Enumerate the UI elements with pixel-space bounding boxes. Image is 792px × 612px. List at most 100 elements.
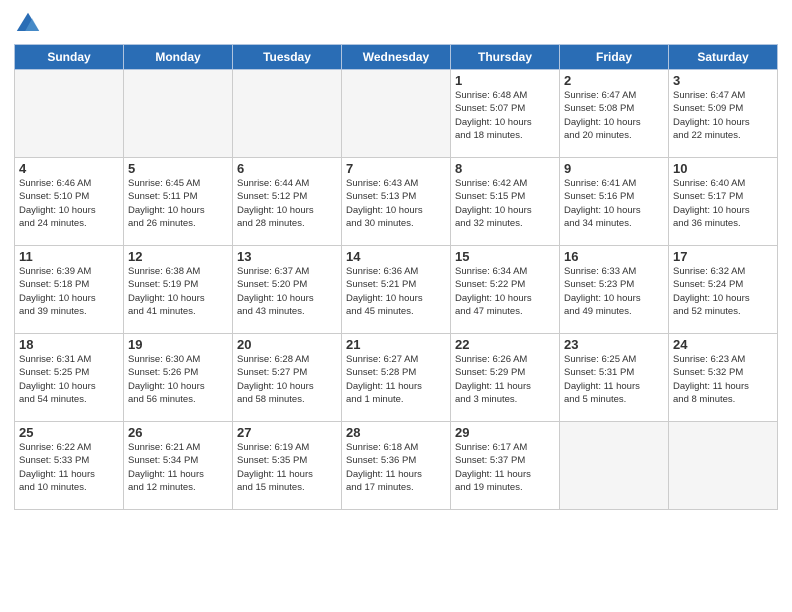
day-number: 10 (673, 161, 773, 176)
calendar-cell: 23Sunrise: 6:25 AM Sunset: 5:31 PM Dayli… (560, 334, 669, 422)
day-number: 8 (455, 161, 555, 176)
calendar-cell: 5Sunrise: 6:45 AM Sunset: 5:11 PM Daylig… (124, 158, 233, 246)
day-number: 21 (346, 337, 446, 352)
calendar-cell: 19Sunrise: 6:30 AM Sunset: 5:26 PM Dayli… (124, 334, 233, 422)
day-info: Sunrise: 6:38 AM Sunset: 5:19 PM Dayligh… (128, 265, 228, 318)
calendar-week-0: 1Sunrise: 6:48 AM Sunset: 5:07 PM Daylig… (15, 70, 778, 158)
calendar-cell: 9Sunrise: 6:41 AM Sunset: 5:16 PM Daylig… (560, 158, 669, 246)
calendar-cell: 17Sunrise: 6:32 AM Sunset: 5:24 PM Dayli… (669, 246, 778, 334)
day-number: 14 (346, 249, 446, 264)
day-info: Sunrise: 6:25 AM Sunset: 5:31 PM Dayligh… (564, 353, 664, 406)
page-header (14, 10, 778, 38)
calendar-cell: 24Sunrise: 6:23 AM Sunset: 5:32 PM Dayli… (669, 334, 778, 422)
day-info: Sunrise: 6:26 AM Sunset: 5:29 PM Dayligh… (455, 353, 555, 406)
day-info: Sunrise: 6:41 AM Sunset: 5:16 PM Dayligh… (564, 177, 664, 230)
day-number: 12 (128, 249, 228, 264)
calendar-cell: 11Sunrise: 6:39 AM Sunset: 5:18 PM Dayli… (15, 246, 124, 334)
page-container: SundayMondayTuesdayWednesdayThursdayFrid… (0, 0, 792, 520)
day-info: Sunrise: 6:27 AM Sunset: 5:28 PM Dayligh… (346, 353, 446, 406)
day-number: 17 (673, 249, 773, 264)
day-info: Sunrise: 6:37 AM Sunset: 5:20 PM Dayligh… (237, 265, 337, 318)
day-info: Sunrise: 6:42 AM Sunset: 5:15 PM Dayligh… (455, 177, 555, 230)
day-number: 28 (346, 425, 446, 440)
calendar-cell: 3Sunrise: 6:47 AM Sunset: 5:09 PM Daylig… (669, 70, 778, 158)
day-number: 19 (128, 337, 228, 352)
calendar-cell (560, 422, 669, 510)
weekday-header-thursday: Thursday (451, 45, 560, 70)
calendar-cell: 15Sunrise: 6:34 AM Sunset: 5:22 PM Dayli… (451, 246, 560, 334)
calendar-cell (233, 70, 342, 158)
day-number: 13 (237, 249, 337, 264)
day-number: 6 (237, 161, 337, 176)
weekday-header-row: SundayMondayTuesdayWednesdayThursdayFrid… (15, 45, 778, 70)
day-number: 7 (346, 161, 446, 176)
calendar-cell (15, 70, 124, 158)
calendar-cell: 26Sunrise: 6:21 AM Sunset: 5:34 PM Dayli… (124, 422, 233, 510)
weekday-header-saturday: Saturday (669, 45, 778, 70)
day-info: Sunrise: 6:19 AM Sunset: 5:35 PM Dayligh… (237, 441, 337, 494)
calendar-week-2: 11Sunrise: 6:39 AM Sunset: 5:18 PM Dayli… (15, 246, 778, 334)
calendar-cell: 13Sunrise: 6:37 AM Sunset: 5:20 PM Dayli… (233, 246, 342, 334)
day-number: 4 (19, 161, 119, 176)
day-number: 25 (19, 425, 119, 440)
day-info: Sunrise: 6:45 AM Sunset: 5:11 PM Dayligh… (128, 177, 228, 230)
calendar-cell: 25Sunrise: 6:22 AM Sunset: 5:33 PM Dayli… (15, 422, 124, 510)
day-info: Sunrise: 6:32 AM Sunset: 5:24 PM Dayligh… (673, 265, 773, 318)
day-info: Sunrise: 6:23 AM Sunset: 5:32 PM Dayligh… (673, 353, 773, 406)
weekday-header-tuesday: Tuesday (233, 45, 342, 70)
day-info: Sunrise: 6:33 AM Sunset: 5:23 PM Dayligh… (564, 265, 664, 318)
day-info: Sunrise: 6:34 AM Sunset: 5:22 PM Dayligh… (455, 265, 555, 318)
day-number: 23 (564, 337, 664, 352)
day-number: 3 (673, 73, 773, 88)
day-info: Sunrise: 6:43 AM Sunset: 5:13 PM Dayligh… (346, 177, 446, 230)
day-number: 22 (455, 337, 555, 352)
calendar-cell: 6Sunrise: 6:44 AM Sunset: 5:12 PM Daylig… (233, 158, 342, 246)
calendar-cell: 7Sunrise: 6:43 AM Sunset: 5:13 PM Daylig… (342, 158, 451, 246)
calendar-cell: 18Sunrise: 6:31 AM Sunset: 5:25 PM Dayli… (15, 334, 124, 422)
day-number: 2 (564, 73, 664, 88)
day-info: Sunrise: 6:31 AM Sunset: 5:25 PM Dayligh… (19, 353, 119, 406)
calendar-cell: 8Sunrise: 6:42 AM Sunset: 5:15 PM Daylig… (451, 158, 560, 246)
calendar-cell: 27Sunrise: 6:19 AM Sunset: 5:35 PM Dayli… (233, 422, 342, 510)
calendar-week-4: 25Sunrise: 6:22 AM Sunset: 5:33 PM Dayli… (15, 422, 778, 510)
calendar-cell: 1Sunrise: 6:48 AM Sunset: 5:07 PM Daylig… (451, 70, 560, 158)
day-number: 20 (237, 337, 337, 352)
day-info: Sunrise: 6:30 AM Sunset: 5:26 PM Dayligh… (128, 353, 228, 406)
day-number: 5 (128, 161, 228, 176)
calendar-cell: 16Sunrise: 6:33 AM Sunset: 5:23 PM Dayli… (560, 246, 669, 334)
day-info: Sunrise: 6:21 AM Sunset: 5:34 PM Dayligh… (128, 441, 228, 494)
calendar-cell: 28Sunrise: 6:18 AM Sunset: 5:36 PM Dayli… (342, 422, 451, 510)
day-number: 11 (19, 249, 119, 264)
day-info: Sunrise: 6:48 AM Sunset: 5:07 PM Dayligh… (455, 89, 555, 142)
calendar-cell (342, 70, 451, 158)
weekday-header-sunday: Sunday (15, 45, 124, 70)
day-number: 18 (19, 337, 119, 352)
calendar-week-1: 4Sunrise: 6:46 AM Sunset: 5:10 PM Daylig… (15, 158, 778, 246)
day-number: 15 (455, 249, 555, 264)
calendar-cell: 22Sunrise: 6:26 AM Sunset: 5:29 PM Dayli… (451, 334, 560, 422)
calendar-cell: 2Sunrise: 6:47 AM Sunset: 5:08 PM Daylig… (560, 70, 669, 158)
day-info: Sunrise: 6:47 AM Sunset: 5:09 PM Dayligh… (673, 89, 773, 142)
day-number: 29 (455, 425, 555, 440)
calendar-cell (124, 70, 233, 158)
calendar-week-3: 18Sunrise: 6:31 AM Sunset: 5:25 PM Dayli… (15, 334, 778, 422)
day-info: Sunrise: 6:22 AM Sunset: 5:33 PM Dayligh… (19, 441, 119, 494)
day-number: 26 (128, 425, 228, 440)
day-number: 24 (673, 337, 773, 352)
day-number: 9 (564, 161, 664, 176)
calendar-cell: 20Sunrise: 6:28 AM Sunset: 5:27 PM Dayli… (233, 334, 342, 422)
calendar-cell (669, 422, 778, 510)
day-info: Sunrise: 6:17 AM Sunset: 5:37 PM Dayligh… (455, 441, 555, 494)
day-info: Sunrise: 6:47 AM Sunset: 5:08 PM Dayligh… (564, 89, 664, 142)
day-info: Sunrise: 6:36 AM Sunset: 5:21 PM Dayligh… (346, 265, 446, 318)
calendar-cell: 29Sunrise: 6:17 AM Sunset: 5:37 PM Dayli… (451, 422, 560, 510)
day-info: Sunrise: 6:18 AM Sunset: 5:36 PM Dayligh… (346, 441, 446, 494)
day-number: 1 (455, 73, 555, 88)
calendar-cell: 14Sunrise: 6:36 AM Sunset: 5:21 PM Dayli… (342, 246, 451, 334)
logo-icon (14, 10, 42, 38)
weekday-header-friday: Friday (560, 45, 669, 70)
day-number: 16 (564, 249, 664, 264)
day-info: Sunrise: 6:44 AM Sunset: 5:12 PM Dayligh… (237, 177, 337, 230)
weekday-header-wednesday: Wednesday (342, 45, 451, 70)
day-info: Sunrise: 6:40 AM Sunset: 5:17 PM Dayligh… (673, 177, 773, 230)
